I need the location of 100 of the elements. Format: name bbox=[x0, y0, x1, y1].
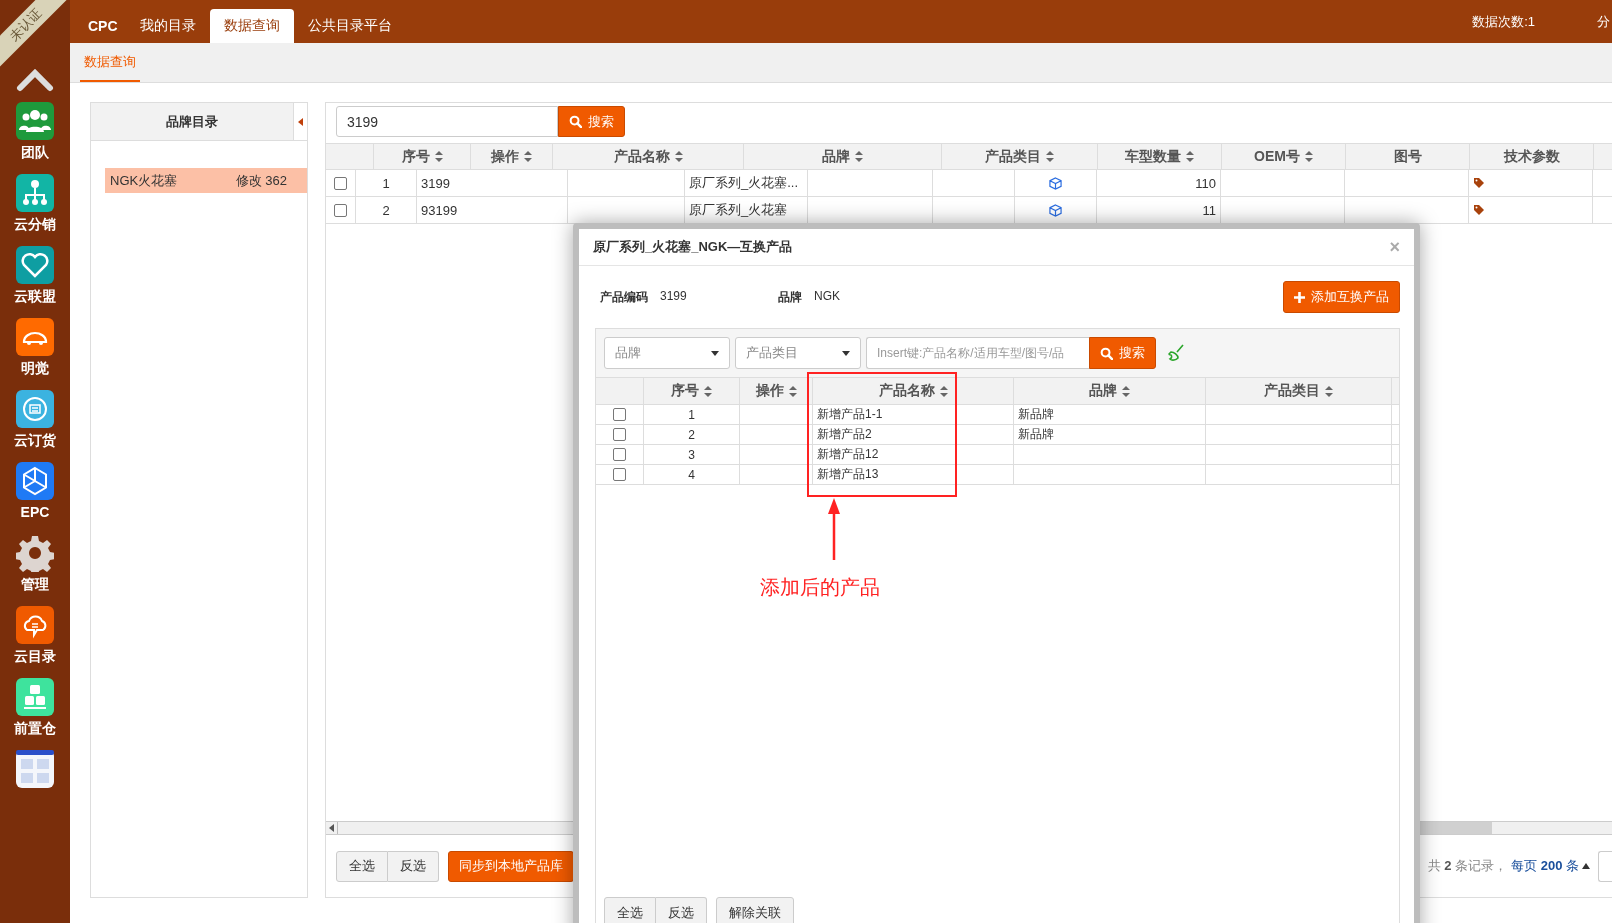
cloud-icon bbox=[16, 606, 54, 644]
collapse-button[interactable] bbox=[293, 103, 307, 140]
row-checkbox[interactable] bbox=[334, 176, 347, 190]
dialog-title: 原厂系列_火花塞_NGK—互换产品 bbox=[593, 238, 794, 256]
select-button[interactable]: 反选 bbox=[388, 850, 439, 882]
document-icon bbox=[16, 750, 54, 788]
broom-icon bbox=[1167, 343, 1187, 363]
search-icon bbox=[1100, 346, 1113, 360]
app-button[interactable]: 云订货 bbox=[3, 390, 67, 462]
sort-icon bbox=[1304, 151, 1313, 162]
row-checkbox[interactable] bbox=[613, 428, 626, 441]
column-header[interactable]: 序号 bbox=[644, 378, 740, 404]
sort-icon bbox=[674, 151, 683, 162]
arrow-icon bbox=[827, 498, 841, 562]
row-checkbox[interactable] bbox=[613, 448, 626, 461]
sort-icon bbox=[704, 385, 712, 397]
app-button[interactable]: 团队 bbox=[3, 102, 67, 174]
brand-item[interactable]: NGK火花塞 修改 362 bbox=[105, 168, 307, 193]
row-checkbox[interactable] bbox=[613, 468, 626, 481]
dropdown[interactable]: 品牌 bbox=[604, 337, 730, 369]
table-cell: 2 bbox=[356, 197, 417, 223]
plus-icon bbox=[1294, 291, 1305, 303]
record-count: 共 2 条记录， bbox=[1427, 857, 1508, 875]
app-button[interactable]: 管理 bbox=[3, 534, 67, 606]
table-cell: 新品牌 bbox=[1014, 405, 1206, 424]
column-header[interactable]: OEM号 bbox=[1222, 144, 1346, 169]
chevron-up-icon bbox=[16, 68, 54, 92]
brand-name: NGK火花塞 bbox=[110, 171, 178, 190]
column-header[interactable]: 产品类目 bbox=[1206, 378, 1392, 404]
cube-icon bbox=[1049, 176, 1062, 190]
select-button[interactable]: 全选 bbox=[336, 850, 388, 882]
column-header[interactable]: 操作 bbox=[471, 144, 553, 169]
column-header[interactable]: 产品类目 bbox=[942, 144, 1098, 169]
field-value: 3199 bbox=[660, 288, 687, 305]
page-field[interactable] bbox=[1598, 850, 1612, 882]
cube-icon bbox=[1049, 203, 1062, 217]
column-header[interactable]: 产品名称 bbox=[813, 378, 1014, 404]
tag-icon bbox=[1473, 177, 1485, 189]
nav-tab[interactable]: 我的目录 bbox=[125, 9, 210, 43]
table-cell: 新品牌 bbox=[1014, 425, 1206, 444]
search-field[interactable]: 3199 bbox=[336, 106, 558, 137]
field-label: 品牌 bbox=[778, 288, 802, 306]
edit-count: 修改 362 bbox=[235, 171, 287, 190]
people-icon bbox=[16, 102, 54, 140]
sort-icon bbox=[524, 151, 532, 162]
panel-title: 品牌目录 bbox=[165, 112, 219, 131]
cloud-icon bbox=[16, 318, 54, 356]
row-checkbox[interactable] bbox=[334, 203, 347, 217]
sort-icon bbox=[788, 385, 797, 397]
dropdown[interactable]: 产品类目 bbox=[735, 337, 861, 369]
network-icon bbox=[16, 174, 54, 212]
tag-icon bbox=[1473, 204, 1485, 216]
select-button[interactable]: 反选 bbox=[656, 897, 707, 923]
sort-icon bbox=[434, 151, 443, 162]
caret-down-icon bbox=[842, 350, 850, 356]
unlink-button[interactable]: 解除关联 bbox=[716, 897, 794, 923]
search-field[interactable]: Insert键:产品名称/适用车型/图号/品 bbox=[866, 337, 1089, 369]
search-icon bbox=[569, 115, 582, 128]
page-size-link[interactable]: 每页 200 条 bbox=[1511, 857, 1590, 875]
app-button[interactable]: 云联盟 bbox=[3, 246, 67, 318]
column-header[interactable]: 图号 bbox=[1346, 144, 1470, 169]
caret-down-icon bbox=[711, 350, 719, 356]
column-header[interactable]: 操作 bbox=[740, 378, 813, 404]
select-button[interactable]: 全选 bbox=[604, 897, 656, 923]
field-value: NGK bbox=[814, 288, 840, 305]
table-cell: 1 bbox=[644, 405, 740, 424]
status-ribbon: 未认证 bbox=[0, 0, 68, 67]
column-header[interactable]: 车型数量 bbox=[1098, 144, 1222, 169]
sort-icon bbox=[1122, 385, 1130, 397]
nav-tab[interactable]: CPC bbox=[80, 9, 126, 43]
column-header[interactable]: 产品名称 bbox=[553, 144, 744, 169]
app-button[interactable]: 云目录 bbox=[3, 606, 67, 678]
app-button[interactable]: EPC bbox=[3, 462, 67, 534]
column-header[interactable]: 技术参数 bbox=[1470, 144, 1594, 169]
sort-icon bbox=[1325, 385, 1333, 397]
table-cell: 新增产品2 bbox=[813, 425, 1014, 444]
table-cell: 新增产品13 bbox=[813, 465, 1014, 484]
caret-left-icon bbox=[298, 117, 303, 126]
nav-tab[interactable]: 公共目录平台 bbox=[293, 9, 406, 43]
nav-link[interactable]: 分 bbox=[1597, 0, 1610, 43]
sort-icon bbox=[855, 151, 863, 162]
app-button[interactable]: 云分销 bbox=[3, 174, 67, 246]
app-button[interactable]: 前置仓 bbox=[3, 678, 67, 750]
sort-icon bbox=[939, 385, 948, 397]
column-header[interactable]: 品牌 bbox=[744, 144, 942, 169]
sort-icon bbox=[1186, 151, 1194, 162]
table-cell: 3199 bbox=[417, 170, 568, 196]
column-header[interactable]: 品牌 bbox=[1014, 378, 1206, 404]
table-cell: 4 bbox=[644, 465, 740, 484]
field-label: 产品编码 bbox=[600, 288, 648, 306]
caret-left-icon bbox=[329, 824, 334, 832]
table-cell: 1 bbox=[356, 170, 417, 196]
table-cell: 新增产品12 bbox=[813, 445, 1014, 464]
row-checkbox[interactable] bbox=[613, 408, 626, 421]
nav-tab[interactable]: 数据查询 bbox=[209, 9, 294, 43]
table-cell: 3 bbox=[644, 445, 740, 464]
table-cell: 2 bbox=[644, 425, 740, 444]
table-cell: 新增产品1-1 bbox=[813, 405, 1014, 424]
app-button[interactable]: 明觉 bbox=[3, 318, 67, 390]
column-header[interactable]: 序号 bbox=[374, 144, 471, 169]
